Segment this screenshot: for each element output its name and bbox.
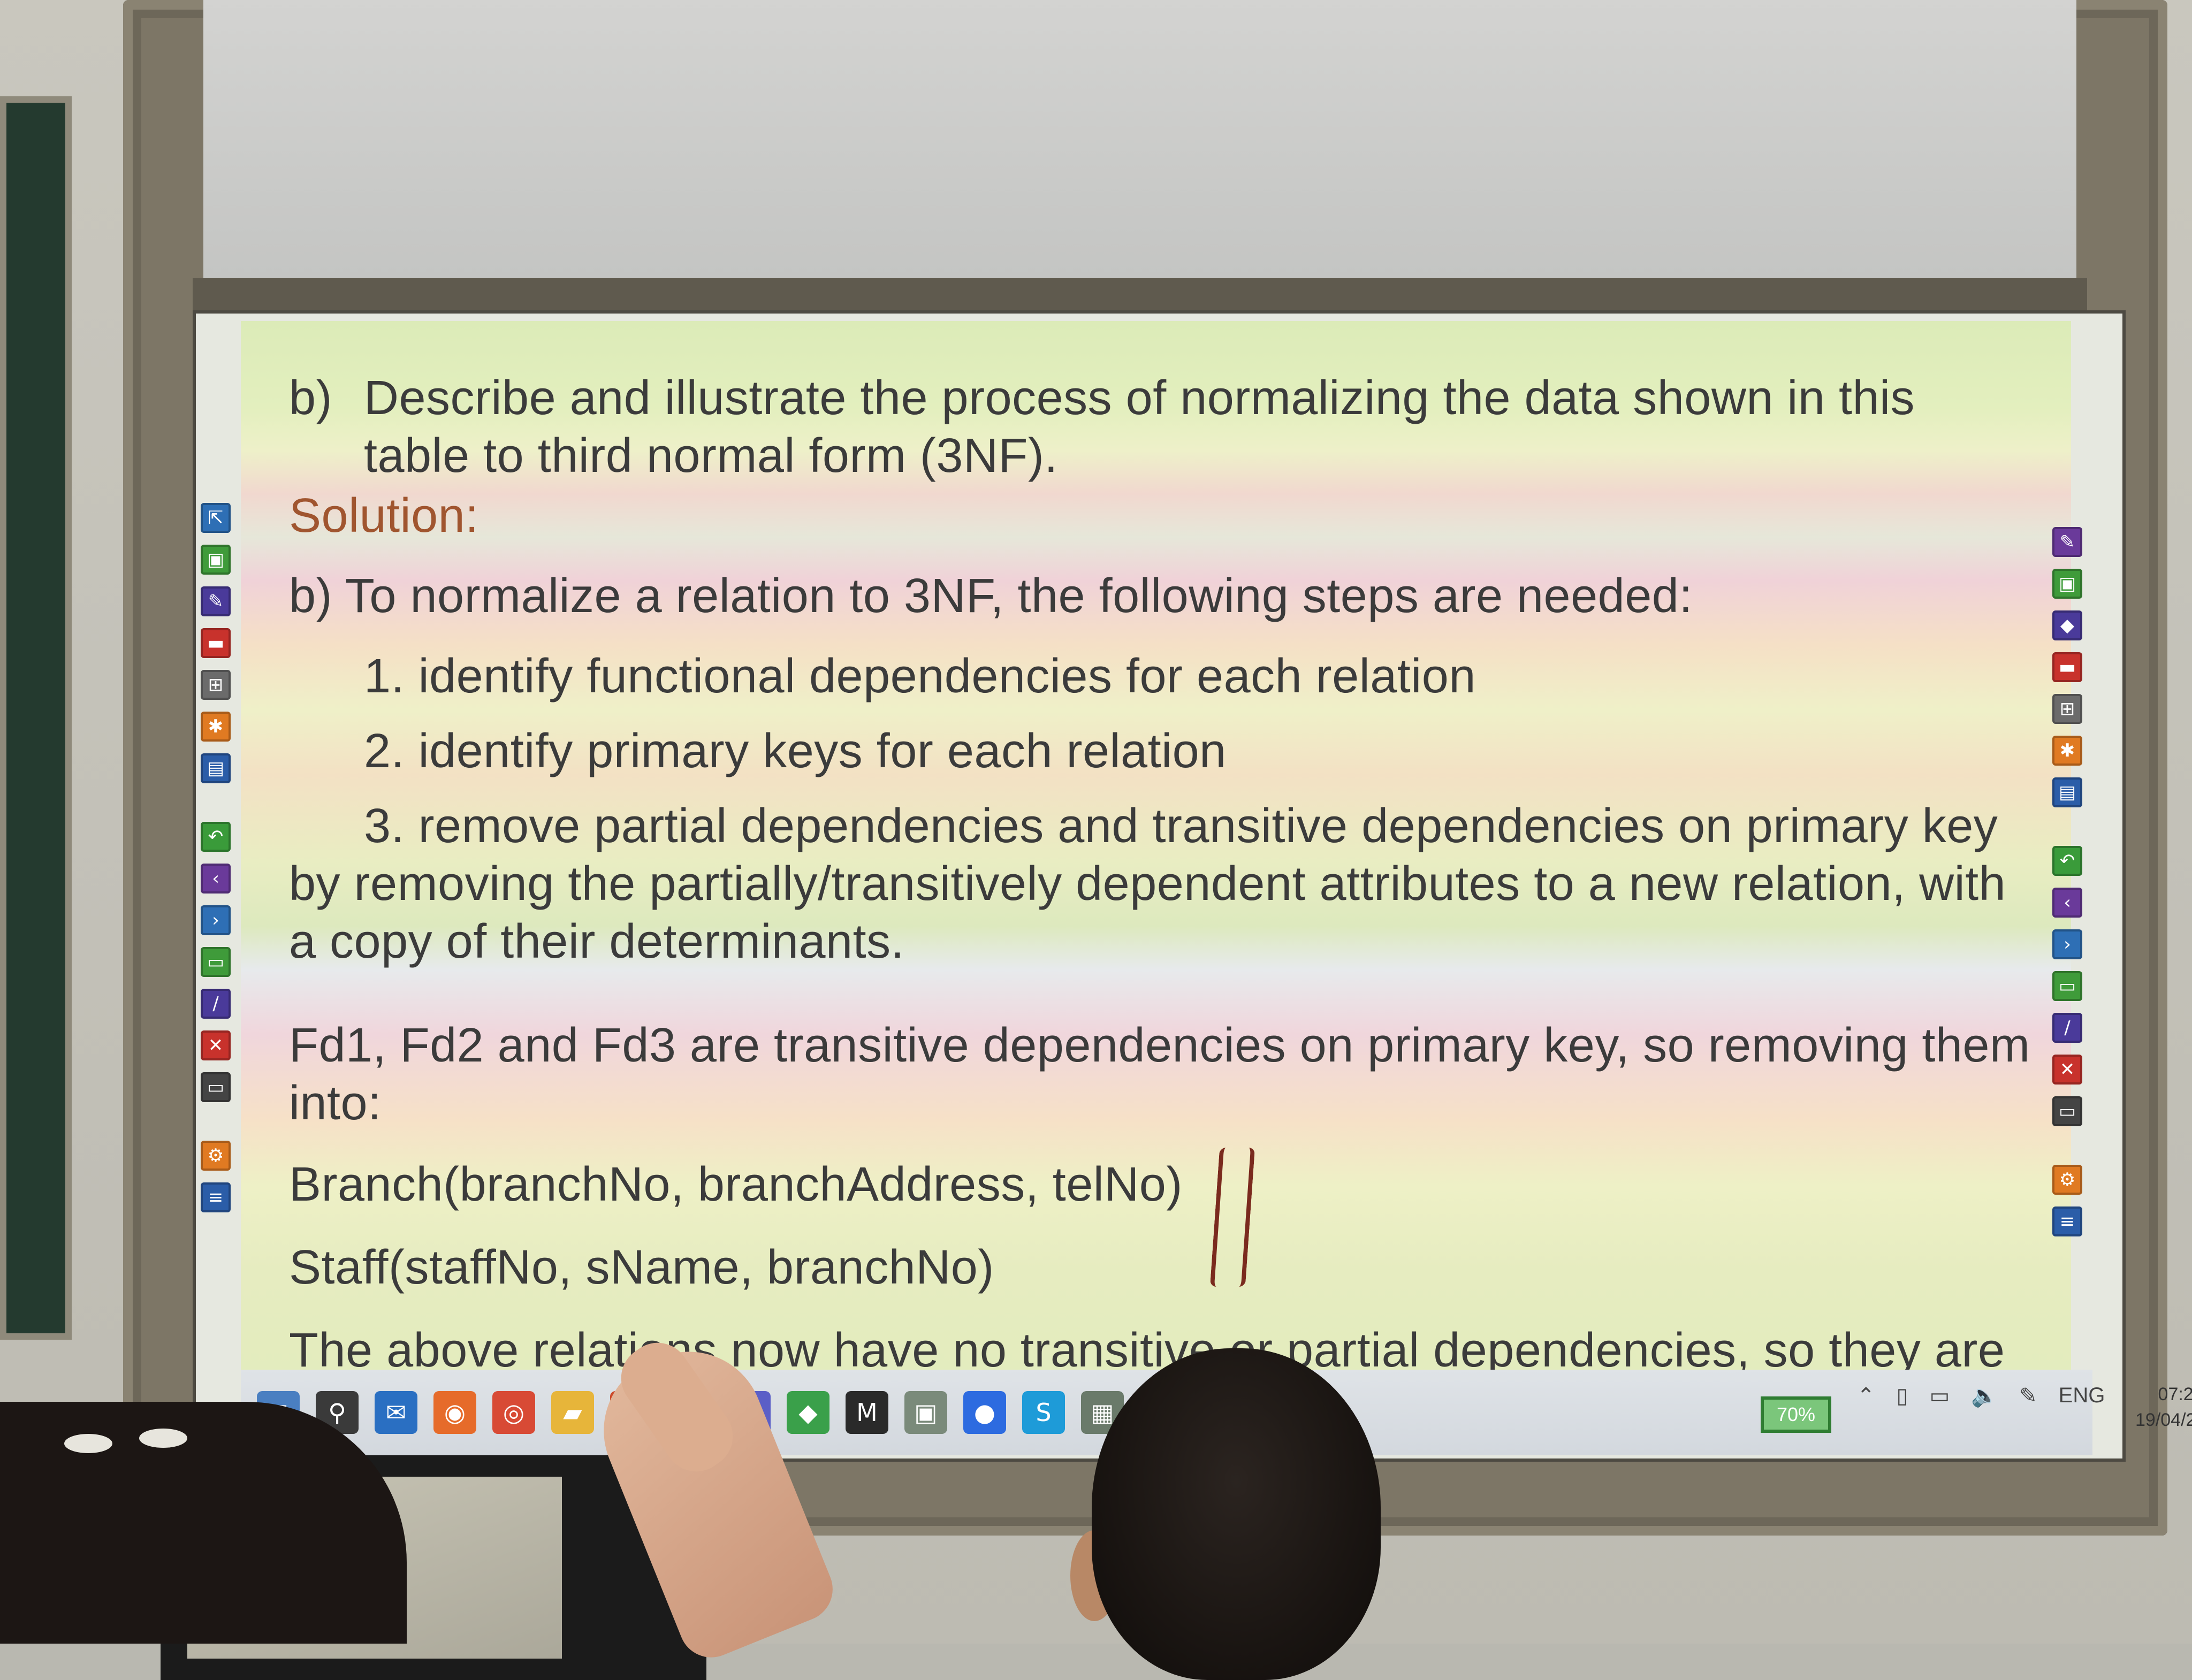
clear-icon[interactable]: ✕ — [201, 1030, 231, 1060]
settings-icon[interactable]: ⚙ — [201, 1141, 231, 1171]
tools-icon[interactable]: ✱ — [201, 712, 231, 742]
battery-icon[interactable]: ▭ — [1930, 1384, 1950, 1408]
person-hair-foreground — [0, 1402, 407, 1644]
step-1: 1. identify functional dependencies for … — [364, 650, 1476, 703]
file-explorer-icon[interactable]: ▰ — [551, 1391, 594, 1434]
display-icon[interactable]: ▭ — [201, 1072, 231, 1102]
outlook-icon[interactable]: ✉ — [375, 1391, 417, 1434]
menu-icon[interactable]: ≡ — [2052, 1206, 2082, 1236]
system-tray: ⌃ ▯ ▭ 🔈 ✎ ENG — [1857, 1383, 2105, 1408]
question-label: b) — [289, 371, 333, 425]
undo-icon[interactable]: ↶ — [201, 822, 231, 852]
app-m-icon[interactable]: M — [846, 1391, 888, 1434]
zoom-icon[interactable]: ● — [963, 1391, 1006, 1434]
relation-branch: Branch(branchNo, branchAddress, telNo) — [289, 1158, 1183, 1211]
zoom-level-indicator[interactable]: 70% — [1761, 1396, 1831, 1433]
app-diamond-icon[interactable]: ◆ — [787, 1391, 829, 1434]
side-blackboard — [0, 96, 72, 1340]
prev-icon[interactable]: ‹ — [2052, 888, 2082, 918]
settings-icon[interactable]: ⚙ — [2052, 1165, 2082, 1195]
fd-statement: Fd1, Fd2 and Fd3 are transitive dependen… — [289, 1019, 2030, 1130]
eraser-icon[interactable]: ▬ — [2052, 652, 2082, 682]
tools-icon[interactable]: ✱ — [2052, 736, 2082, 766]
screen-rail — [193, 278, 2087, 310]
pen-icon[interactable]: ✎ — [2052, 527, 2082, 557]
clear-icon[interactable]: ✕ — [2052, 1055, 2082, 1085]
shape-icon[interactable]: ◆ — [2052, 610, 2082, 640]
clock-date: 19/04/2024 — [2135, 1410, 2192, 1430]
person-head-foreground — [1092, 1348, 1381, 1680]
volume-muted-icon[interactable]: 🔈 — [1971, 1383, 1998, 1408]
highlighter-icon[interactable]: ∕ — [201, 989, 231, 1019]
whiteboard-icon[interactable]: ▭ — [2052, 971, 2082, 1001]
fingernail — [139, 1429, 187, 1448]
next-icon[interactable]: › — [201, 905, 231, 935]
steps-intro: b) To normalize a relation to 3NF, the f… — [289, 569, 1693, 623]
firefox-icon[interactable]: ◉ — [433, 1391, 476, 1434]
left-annotation-toolbar: ⇱ ▣ ✎ ▬ ⊞ ✱ ▤ ↶ ‹ › ▭ ∕ ✕ ▭ ⚙ ≡ — [201, 503, 235, 1212]
display-icon[interactable]: ▭ — [2052, 1096, 2082, 1126]
fingernail — [64, 1434, 112, 1453]
menu-icon[interactable]: ≡ — [201, 1182, 231, 1212]
grid-icon[interactable]: ⊞ — [2052, 694, 2082, 724]
save-icon[interactable]: ▤ — [2052, 777, 2082, 807]
clock[interactable]: 07:22 19/04/2024 — [2135, 1381, 2192, 1433]
save-icon[interactable]: ▤ — [201, 753, 231, 783]
presentation-slide: b) Describe and illustrate the process o… — [241, 321, 2071, 1435]
whiteboard-upper — [203, 0, 2076, 278]
language-indicator[interactable]: ENG — [2059, 1384, 2105, 1408]
chevron-up-icon[interactable]: ⌃ — [1857, 1384, 1875, 1408]
whiteboard-icon[interactable]: ▭ — [201, 947, 231, 977]
prev-icon[interactable]: ‹ — [201, 864, 231, 894]
device-icon[interactable]: ▯ — [1897, 1384, 1908, 1408]
step-2: 2. identify primary keys for each relati… — [364, 724, 1227, 778]
select-icon[interactable]: ⇱ — [201, 503, 231, 533]
question-text: Describe and illustrate the process of n… — [364, 371, 1915, 483]
skype-icon[interactable]: S — [1022, 1391, 1065, 1434]
undo-icon[interactable]: ↶ — [2052, 846, 2082, 876]
clock-time: 07:22 — [2158, 1384, 2192, 1404]
grid-icon[interactable]: ⊞ — [201, 670, 231, 700]
step-3: 3. remove partial dependencies and trans… — [289, 799, 2006, 968]
eraser-icon[interactable]: ▬ — [201, 628, 231, 658]
right-annotation-toolbar: ✎ ▣ ◆ ▬ ⊞ ✱ ▤ ↶ ‹ › ▭ ∕ ✕ ▭ ⚙ ≡ — [2052, 527, 2087, 1236]
screen-icon[interactable]: ▣ — [2052, 569, 2082, 599]
next-icon[interactable]: › — [2052, 929, 2082, 959]
highlighter-icon[interactable]: ∕ — [2052, 1013, 2082, 1043]
chrome-icon[interactable]: ◎ — [492, 1391, 535, 1434]
app-box-icon[interactable]: ▣ — [904, 1391, 947, 1434]
solution-heading: Solution: — [289, 489, 479, 543]
pen-annotation-mark — [1209, 1148, 1255, 1287]
relation-staff: Staff(staffNo, sName, branchNo) — [289, 1241, 994, 1294]
pen-tray-icon[interactable]: ✎ — [2019, 1384, 2037, 1408]
screen-icon[interactable]: ▣ — [201, 545, 231, 575]
pen-icon[interactable]: ✎ — [201, 586, 231, 616]
